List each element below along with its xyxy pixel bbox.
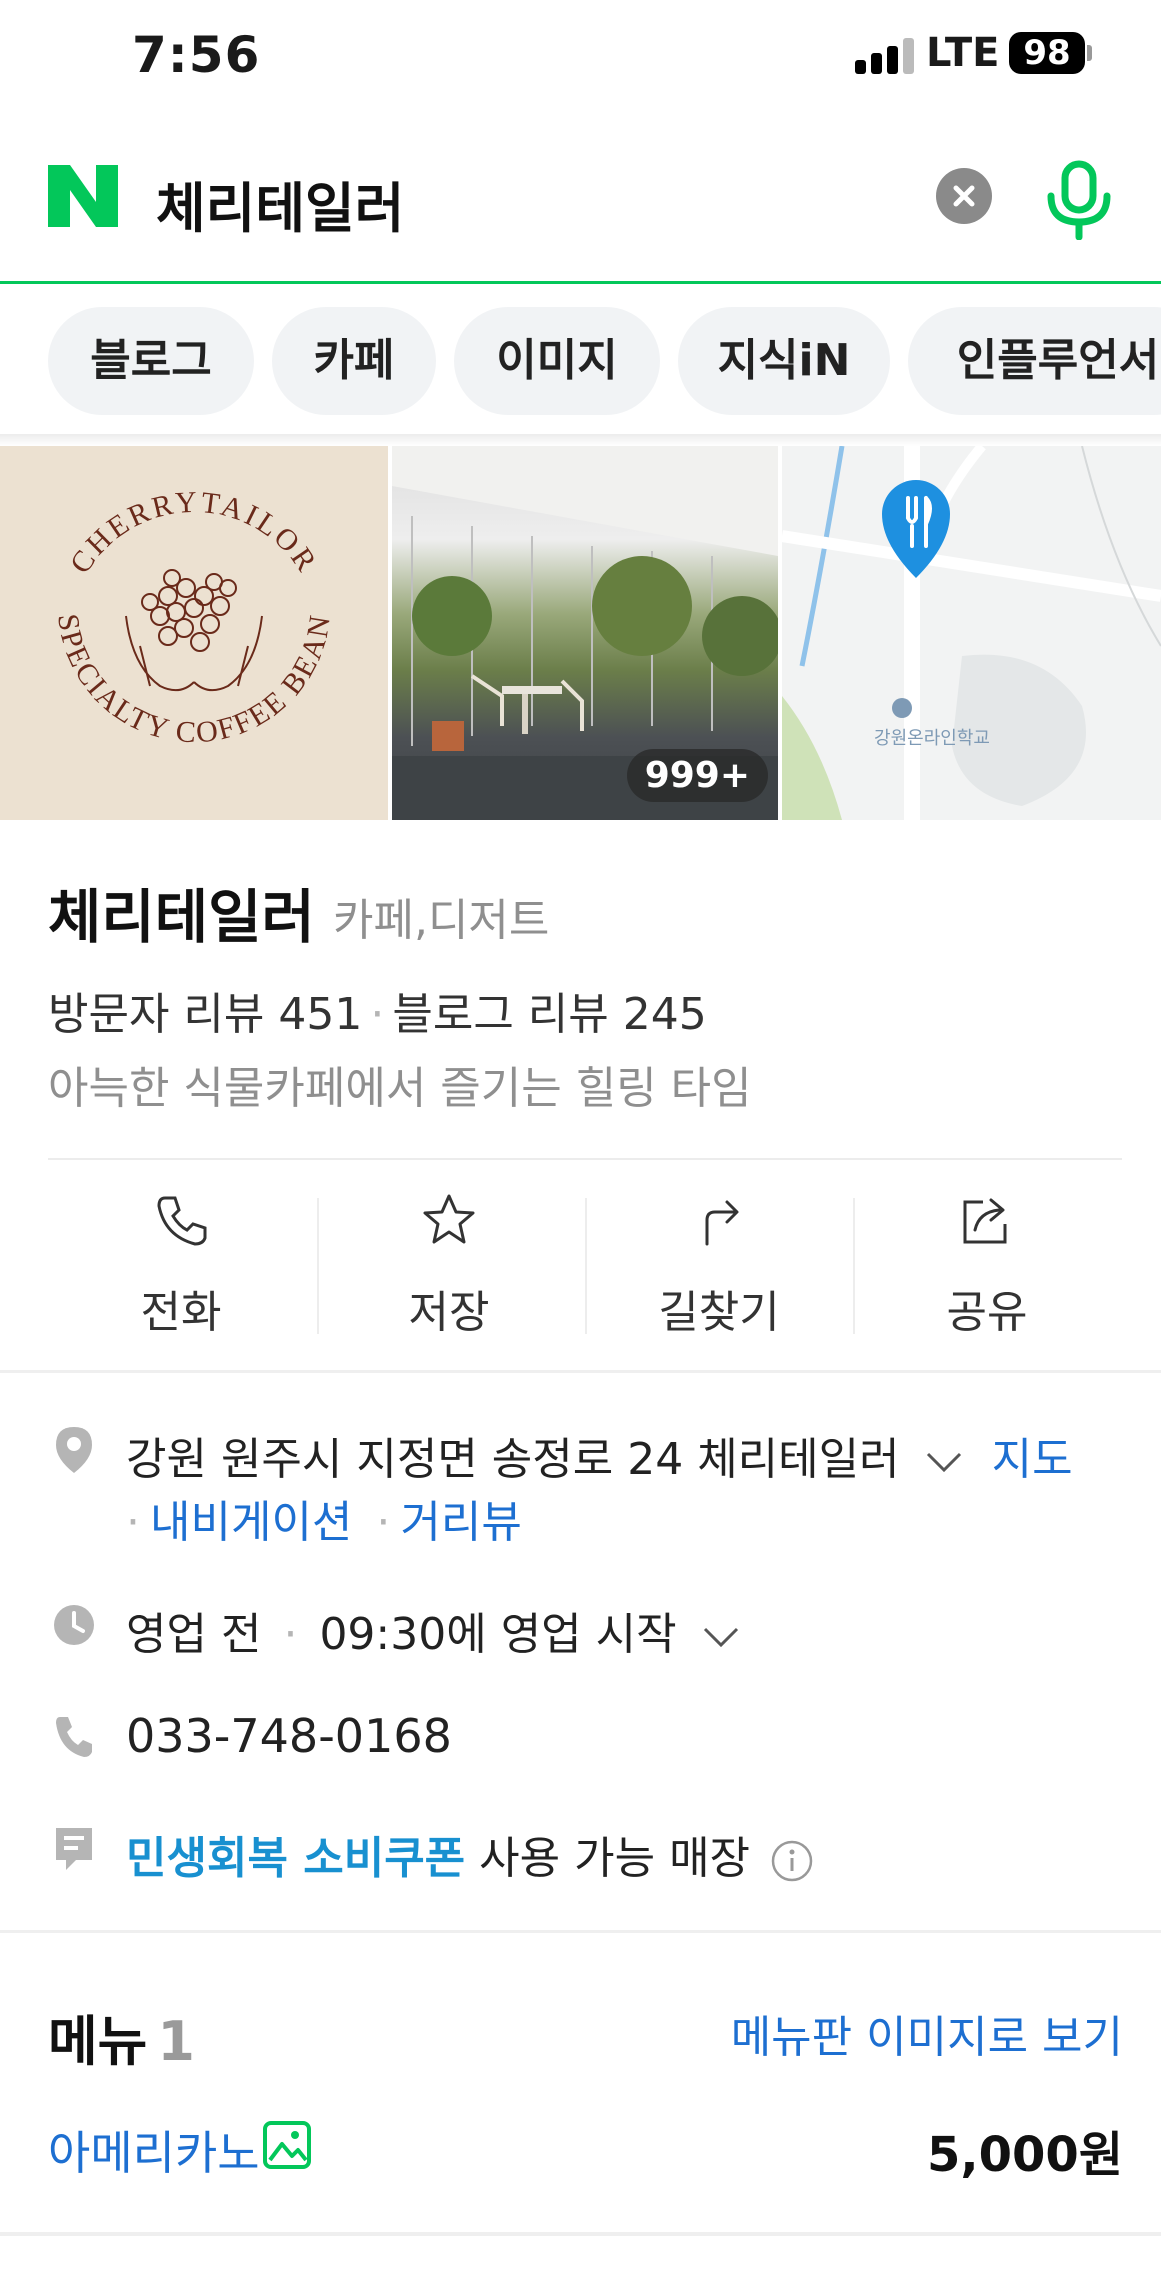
visitor-reviews-link[interactable]: 방문자 리뷰 451 (48, 989, 362, 1040)
battery-tip (1087, 45, 1092, 61)
tabs-shadow (0, 434, 1161, 446)
photo-strip: CHERRYTAILOR SPECIALTY COFFEE BEAN 999+ … (0, 446, 1161, 820)
interior-photo[interactable]: 999+ (392, 446, 778, 820)
directions-label: 길찾기 (658, 1287, 780, 1338)
phone-icon (157, 1196, 207, 1246)
coupon-icon (56, 1828, 92, 1870)
network-label: LTE (926, 30, 1000, 76)
share-button[interactable]: 공유 (853, 1192, 1121, 1338)
close-icon (953, 185, 975, 207)
coupon-link[interactable]: 민생회복 소비쿠폰 (126, 1833, 465, 1884)
search-input[interactable]: 체리테일러 (156, 164, 404, 243)
menu-heading: 메뉴 (48, 2010, 148, 2073)
location-pin-icon (56, 1427, 92, 1473)
map-illustration: 강원온라인학교 (782, 446, 1161, 820)
phone-number[interactable]: 033-748-0168 (126, 1709, 452, 1763)
cherrytailor-logo: CHERRYTAILOR SPECIALTY COFFEE BEAN (51, 486, 337, 750)
status-time: 7:56 (132, 26, 261, 84)
star-icon (423, 1194, 475, 1244)
svg-text:CHERRYTAILOR: CHERRYTAILOR (64, 486, 325, 580)
section-divider (0, 1930, 1161, 1933)
menu-image-link[interactable]: 메뉴판 이미지로 보기 (731, 2001, 1123, 2065)
naver-logo-icon[interactable] (48, 165, 118, 227)
coupon-text: 사용 가능 매장 (479, 1833, 751, 1884)
call-button[interactable]: 전화 (47, 1192, 315, 1338)
navigation-link[interactable]: 내비게이션 (150, 1497, 352, 1548)
address-text: 강원 원주시 지정면 송정로 24 체리테일러 (126, 1434, 900, 1485)
clock-icon (54, 1605, 94, 1645)
search-tabs: 블로그 카페 이미지 지식iN 인플루언서 (0, 287, 1161, 437)
section-divider (0, 1370, 1161, 1373)
clear-search-button[interactable] (936, 168, 992, 224)
mic-icon[interactable] (1042, 160, 1116, 240)
svg-text:SPECIALTY COFFEE BEAN: SPECIALTY COFFEE BEAN (51, 611, 337, 749)
tab-image[interactable]: 이미지 (454, 307, 660, 415)
photo-count-badge: 999+ (626, 749, 768, 802)
address-links: · 내비게이션 · 거리뷰 (126, 1486, 522, 1550)
hours-row[interactable]: 영업 전 · 09:30에 영업 시작 (126, 1598, 741, 1662)
section-divider (0, 2232, 1161, 2236)
review-summary: 방문자 리뷰 451 · 블로그 리뷰 245 (48, 978, 707, 1042)
share-icon (963, 1198, 1007, 1244)
battery-level: 98 (1023, 33, 1071, 73)
map-label: 강원온라인학교 (874, 728, 990, 749)
tab-influencer[interactable]: 인플루언서 (908, 307, 1161, 415)
image-icon[interactable] (262, 2120, 312, 2170)
blog-reviews-link[interactable]: 블로그 리뷰 245 (392, 989, 706, 1040)
save-label: 저장 (408, 1287, 490, 1338)
hours-start: 09:30에 영업 시작 (319, 1609, 677, 1660)
separator-dot: · (370, 989, 385, 1040)
map-link[interactable]: 지도 (992, 1434, 1073, 1485)
place-category: 카페,디저트 (333, 895, 550, 946)
chevron-down-icon[interactable] (924, 1448, 964, 1476)
menu-title: 메뉴 1 (48, 1997, 195, 2076)
divider (48, 1158, 1122, 1160)
menu-item-price: 5,000원 (927, 2127, 1123, 2183)
logo-photo[interactable]: CHERRYTAILOR SPECIALTY COFFEE BEAN (0, 446, 388, 820)
chevron-down-icon[interactable] (701, 1623, 741, 1651)
save-button[interactable]: 저장 (315, 1192, 583, 1338)
tab-blog[interactable]: 블로그 (48, 307, 254, 415)
map-thumbnail[interactable]: 강원온라인학교 (782, 446, 1161, 820)
address-row: 강원 원주시 지정면 송정로 24 체리테일러 지도 (126, 1423, 1073, 1487)
directions-button[interactable]: 길찾기 (585, 1192, 853, 1338)
hours-status: 영업 전 (126, 1609, 262, 1660)
call-label: 전화 (140, 1287, 222, 1338)
place-description: 아늑한 식물카페에서 즐기는 힐링 타임 (48, 1063, 752, 1114)
share-label: 공유 (946, 1287, 1028, 1338)
coupon-row: 민생회복 소비쿠폰 사용 가능 매장 (126, 1822, 814, 1886)
streetview-link[interactable]: 거리뷰 (400, 1497, 521, 1548)
action-bar: 전화 저장 길찾기 공유 (0, 1192, 1161, 1338)
menu-item-name[interactable]: 아메리카노 (48, 2117, 260, 2183)
directions-icon (705, 1200, 739, 1246)
menu-count: 1 (157, 2010, 195, 2073)
separator-dot: · (283, 1609, 298, 1660)
signal-icon (855, 38, 915, 74)
status-bar: 7:56 LTE 98 (0, 0, 1161, 112)
separator-dot: · (376, 1497, 391, 1548)
place-name: 체리테일러 (48, 883, 315, 951)
search-bar: 체리테일러 (0, 122, 1161, 284)
phone-detail-icon (56, 1717, 92, 1757)
info-icon[interactable] (770, 1839, 814, 1883)
tab-cafe[interactable]: 카페 (272, 307, 436, 415)
separator-dot: · (126, 1497, 140, 1548)
tab-kin[interactable]: 지식iN (678, 307, 890, 415)
battery-icon: 98 (1009, 32, 1085, 74)
